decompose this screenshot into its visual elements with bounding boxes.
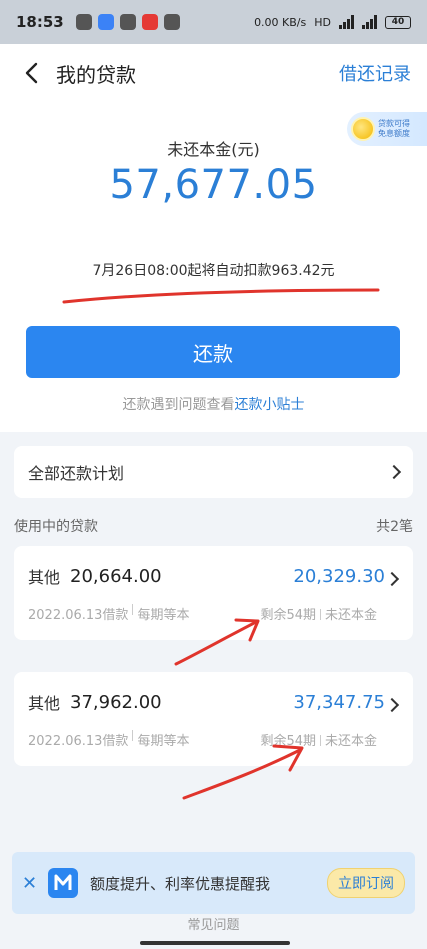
notification-icons xyxy=(75,14,180,30)
active-loans-header: 使用中的贷款 共2笔 xyxy=(14,516,413,536)
loan-records-link[interactable]: 借还记录 xyxy=(339,60,411,86)
loan-remaining-info: 剩余54期 未还本金 xyxy=(260,604,377,623)
remaining-periods: 剩余54期 xyxy=(260,734,316,749)
repay-tip: 还款遇到问题查看还款小贴士 xyxy=(0,394,427,414)
repay-method: 每期等本 xyxy=(137,608,190,623)
network-type: HD xyxy=(314,15,331,29)
subscribe-message: 额度提升、利率优惠提醒我 xyxy=(90,874,271,893)
loan-amount: 20,664.00 xyxy=(70,565,162,587)
plan-label: 全部还款计划 xyxy=(28,464,125,483)
app-notification-icon xyxy=(163,14,180,30)
loan-remaining-info: 剩余54期 未还本金 xyxy=(260,730,377,749)
app-notification-icon xyxy=(119,14,136,30)
remaining-principal: 37,347.75 xyxy=(293,691,385,713)
loan-card[interactable]: 其他 20,664.00 20,329.30 2022.06.13借款 每期等本 … xyxy=(14,546,413,640)
auto-deduct-notice: 7月26日08:00起将自动扣款963.42元 xyxy=(92,263,335,279)
subscribe-banner: ✕ 额度提升、利率优惠提醒我 立即订阅 xyxy=(12,852,415,914)
battery-icon: 40 xyxy=(385,15,411,29)
remaining-principal-label: 未还本金 xyxy=(324,734,377,749)
home-indicator[interactable] xyxy=(140,941,290,945)
loan-type: 其他 xyxy=(28,568,61,587)
principal-amount: 57,677.05 xyxy=(109,162,318,208)
subscribe-button[interactable]: 立即订阅 xyxy=(327,868,405,898)
close-icon[interactable]: ✕ xyxy=(22,873,40,894)
signal-icon xyxy=(339,15,354,29)
active-loans-title: 使用中的贷款 xyxy=(14,519,98,535)
status-time: 18:53 xyxy=(16,13,64,31)
loan-type: 其他 xyxy=(28,694,61,713)
all-repayment-plan-row[interactable]: 全部还款计划 xyxy=(14,446,413,498)
video-app-icon xyxy=(141,14,158,30)
app-notification-icon xyxy=(97,14,114,30)
top-nav: 我的贷款 借还记录 xyxy=(0,44,427,102)
network-speed: 0.00 KB/s xyxy=(254,15,307,29)
repay-method: 每期等本 xyxy=(137,734,190,749)
loan-summary-card: 贷款可得 免息额度 未还本金(元) 57,677.05 7月26日08:00起将… xyxy=(0,102,427,432)
loan-amount: 37,962.00 xyxy=(70,691,162,713)
promo-line1: 贷款可得 xyxy=(378,119,410,128)
chevron-right-icon xyxy=(386,464,402,480)
app-notification-icon xyxy=(75,14,92,30)
page-title: 我的贷款 xyxy=(56,62,136,87)
loan-date: 2022.06.13借款 xyxy=(28,734,129,749)
faq-link[interactable]: 常见问题 xyxy=(0,914,427,933)
signal-icon xyxy=(362,15,377,29)
loan-count: 共2笔 xyxy=(376,519,413,535)
remaining-periods: 剩余54期 xyxy=(260,608,316,623)
loan-date: 2022.06.13借款 xyxy=(28,608,129,623)
status-right: 0.00 KB/s HD 40 xyxy=(254,15,411,29)
back-button[interactable] xyxy=(16,58,46,88)
repay-tips-link[interactable]: 还款小贴士 xyxy=(235,397,305,413)
chevron-left-icon xyxy=(25,62,38,84)
principal-label: 未还本金(元) xyxy=(167,140,260,159)
repay-button[interactable]: 还款 xyxy=(26,326,400,378)
repay-tip-text: 还款遇到问题查看 xyxy=(122,397,235,413)
remaining-principal-label: 未还本金 xyxy=(324,608,377,623)
status-bar: 18:53 0.00 KB/s HD 40 xyxy=(0,0,427,44)
remaining-principal: 20,329.30 xyxy=(293,565,385,587)
app-logo-icon xyxy=(48,868,78,898)
loan-card[interactable]: 其他 37,962.00 37,347.75 2022.06.13借款 每期等本 … xyxy=(14,672,413,766)
